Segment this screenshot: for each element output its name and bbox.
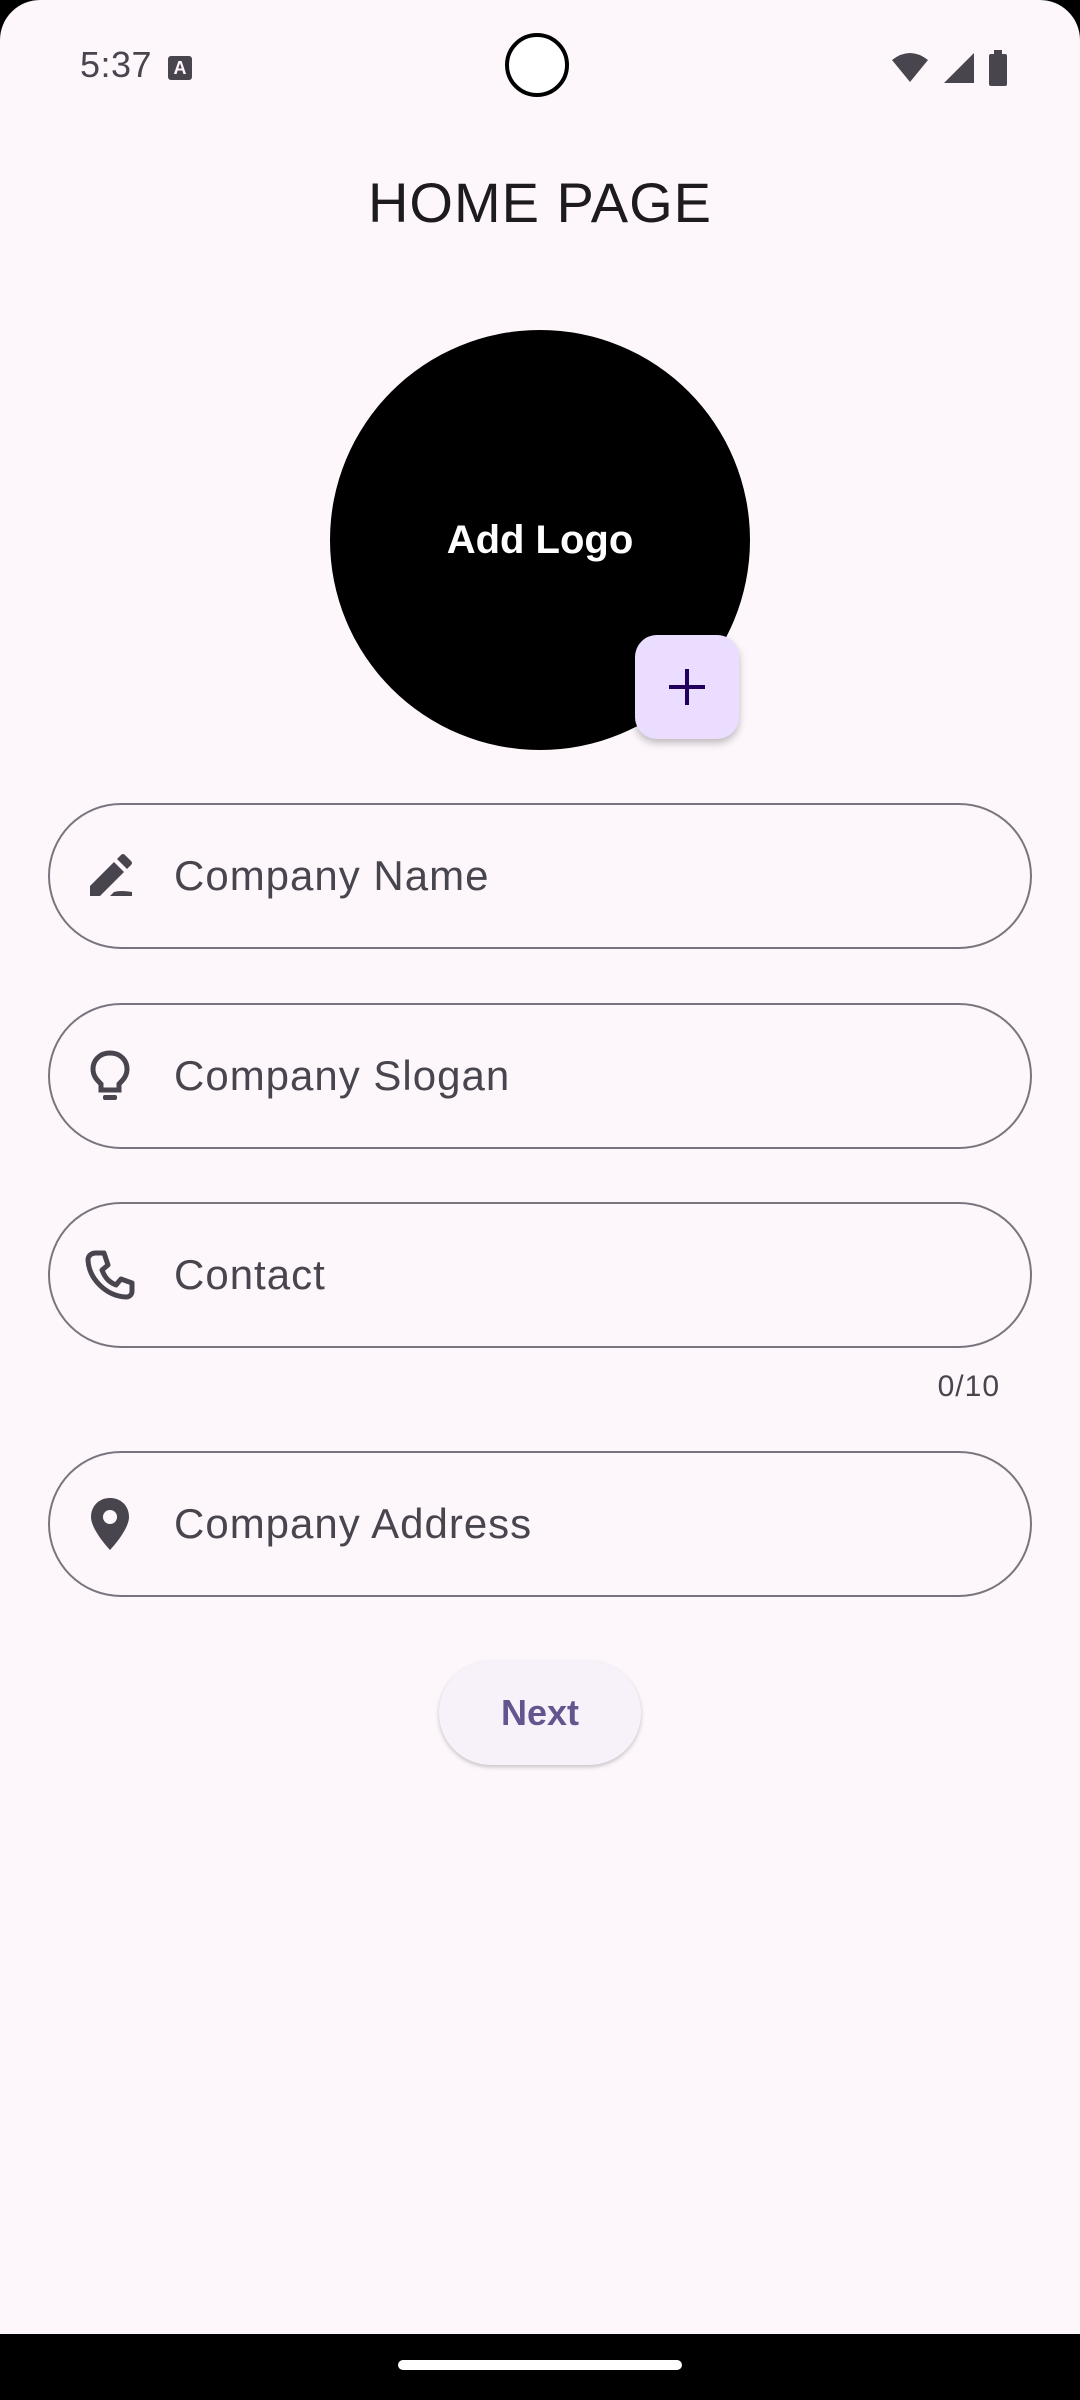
lightbulb-icon — [82, 1048, 138, 1104]
next-button[interactable]: Next — [439, 1661, 641, 1765]
camera-cutout — [505, 33, 569, 97]
contact-character-counter: 0/10 — [937, 1370, 1000, 1403]
page-title: HOME PAGE — [367, 171, 712, 234]
add-logo-button[interactable] — [635, 635, 739, 739]
phone-icon — [82, 1247, 138, 1303]
company-address-placeholder: Company Address — [174, 1500, 533, 1547]
edit-pen-icon — [82, 848, 138, 904]
battery-icon — [989, 50, 1007, 86]
contact-field[interactable]: Contact — [48, 1202, 1032, 1348]
company-name-placeholder: Company Name — [174, 852, 490, 899]
contact-placeholder: Contact — [174, 1251, 326, 1298]
status-time: 5:37 — [80, 44, 153, 85]
status-icons — [890, 50, 1008, 86]
add-logo-label: Add Logo — [446, 517, 634, 562]
home-gesture-handle[interactable] — [398, 2360, 682, 2370]
wifi-icon — [892, 53, 928, 82]
plus-icon — [669, 669, 705, 705]
app-screen: 5:37 A HOME PAGE Add Logo Company Name C… — [0, 0, 1080, 2334]
company-name-field[interactable]: Company Name — [48, 803, 1032, 949]
company-slogan-field[interactable]: Company Slogan — [48, 1003, 1032, 1149]
location-pin-icon — [82, 1496, 138, 1552]
notification-a-icon: A — [168, 56, 192, 80]
signal-icon — [944, 53, 974, 83]
company-slogan-placeholder: Company Slogan — [174, 1052, 511, 1099]
company-address-field[interactable]: Company Address — [48, 1451, 1032, 1597]
